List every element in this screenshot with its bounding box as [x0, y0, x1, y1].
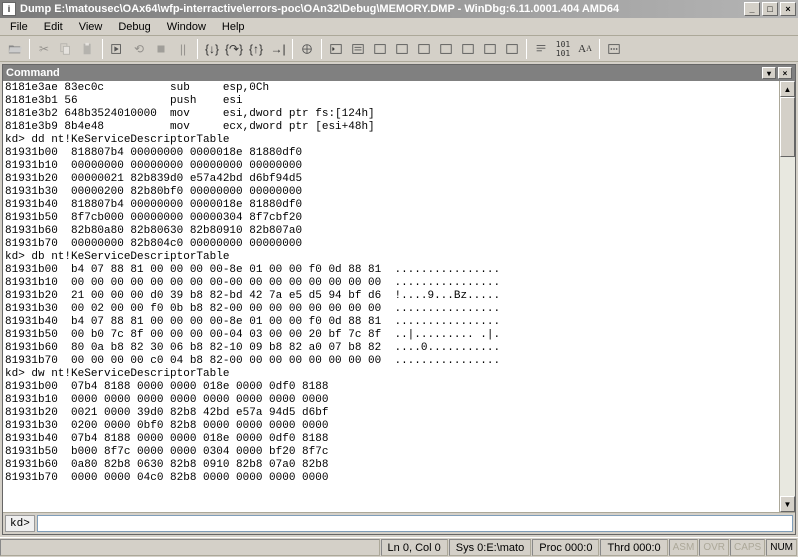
status-caps: CAPS — [730, 539, 765, 556]
panel-close-icon[interactable]: × — [778, 67, 792, 79]
menu-help[interactable]: Help — [214, 19, 253, 35]
disasm-icon[interactable] — [457, 38, 479, 60]
menu-file[interactable]: File — [2, 19, 36, 35]
copy-icon[interactable] — [55, 38, 77, 60]
step-into-icon[interactable]: {↓} — [201, 38, 223, 60]
prompt-label: kd> — [5, 515, 35, 532]
scroll-thumb[interactable] — [780, 97, 795, 157]
status-empty — [0, 539, 380, 556]
command-input-row: kd> — [3, 512, 795, 534]
processes-icon[interactable] — [501, 38, 523, 60]
panel-menu-icon[interactable]: ▾ — [762, 67, 776, 79]
app-icon: i — [2, 2, 16, 16]
restart-icon[interactable]: ⟲ — [128, 38, 150, 60]
paste-icon[interactable] — [77, 38, 99, 60]
status-proc: Proc 000:0 — [532, 539, 599, 556]
options-icon[interactable] — [603, 38, 625, 60]
menu-debug[interactable]: Debug — [110, 19, 158, 35]
locals-icon[interactable] — [369, 38, 391, 60]
menu-window[interactable]: Window — [159, 19, 214, 35]
minimize-button[interactable]: _ — [744, 2, 760, 16]
command-header-text: Command — [6, 67, 762, 79]
toolbar: ✂ ⟲ || {↓} {↷} {↑} →| 101101 AA — [0, 36, 798, 62]
break-icon[interactable]: || — [172, 38, 194, 60]
window-title: Dump E:\matousec\OAx64\wfp-interractive\… — [20, 3, 744, 15]
command-output: 8181e3ae 83ec0c sub esp,0Ch 8181e3b1 56 … — [3, 81, 779, 512]
open-icon[interactable] — [4, 38, 26, 60]
maximize-button[interactable]: □ — [762, 2, 778, 16]
scroll-down-icon[interactable]: ▼ — [780, 496, 795, 512]
source-mode-icon[interactable] — [530, 38, 552, 60]
memory-icon[interactable] — [413, 38, 435, 60]
binary-icon[interactable]: 101101 — [552, 38, 574, 60]
status-bar: Ln 0, Col 0 Sys 0:E:\mato Proc 000:0 Thr… — [0, 537, 798, 557]
command-header: Command ▾ × — [3, 65, 795, 81]
scroll-track[interactable] — [780, 97, 795, 496]
cut-icon[interactable]: ✂ — [33, 38, 55, 60]
stop-icon[interactable] — [150, 38, 172, 60]
vertical-scrollbar[interactable]: ▲ ▼ — [779, 81, 795, 512]
close-button[interactable]: × — [780, 2, 796, 16]
status-sys: Sys 0:E:\mato — [449, 539, 531, 556]
go-icon[interactable] — [106, 38, 128, 60]
status-line-col: Ln 0, Col 0 — [381, 539, 448, 556]
status-ovr: OVR — [699, 539, 729, 556]
menu-view[interactable]: View — [71, 19, 111, 35]
breakpoint-icon[interactable] — [296, 38, 318, 60]
step-out-icon[interactable]: {↑} — [245, 38, 267, 60]
status-thrd: Thrd 000:0 — [600, 539, 667, 556]
command-input[interactable] — [37, 515, 793, 532]
run-to-cursor-icon[interactable]: →| — [267, 38, 289, 60]
menu-edit[interactable]: Edit — [36, 19, 71, 35]
registers-icon[interactable] — [391, 38, 413, 60]
command-panel: Command ▾ × 8181e3ae 83ec0c sub esp,0Ch … — [2, 64, 796, 535]
watch-icon[interactable] — [347, 38, 369, 60]
command-icon[interactable] — [325, 38, 347, 60]
scratch-icon[interactable] — [479, 38, 501, 60]
menu-bar: File Edit View Debug Window Help — [0, 18, 798, 36]
title-bar: i Dump E:\matousec\OAx64\wfp-interractiv… — [0, 0, 798, 18]
scroll-up-icon[interactable]: ▲ — [780, 81, 795, 97]
status-num: NUM — [766, 539, 797, 556]
font-icon[interactable]: AA — [574, 38, 596, 60]
status-asm: ASM — [669, 539, 699, 556]
step-over-icon[interactable]: {↷} — [223, 38, 245, 60]
callstack-icon[interactable] — [435, 38, 457, 60]
